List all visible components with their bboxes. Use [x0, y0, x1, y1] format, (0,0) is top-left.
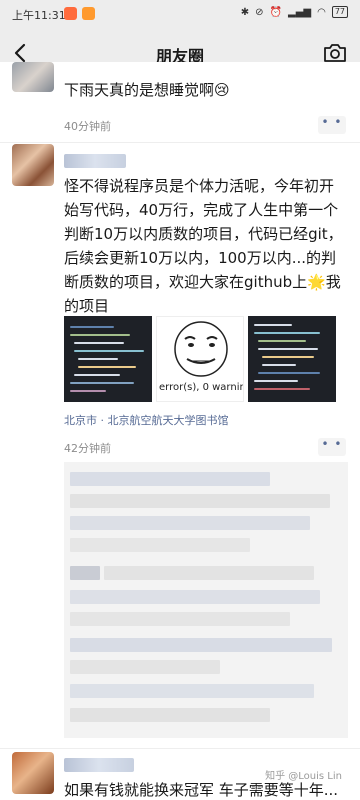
more-button[interactable]: • •	[318, 116, 346, 134]
status-bar: 上午11:31 ✱ ⊘ ⏰ ▂▄▆ ◠ 77	[0, 0, 360, 28]
wifi-icon: ◠	[317, 6, 326, 18]
bluetooth-icon: ✱	[240, 6, 250, 18]
meme-face-icon	[174, 321, 228, 377]
avatar[interactable]	[12, 62, 54, 92]
divider	[0, 748, 360, 749]
username[interactable]	[64, 758, 134, 772]
avatar[interactable]	[12, 752, 54, 794]
app-notification-icon	[82, 7, 95, 20]
watermark: 知乎 @Louis Lin	[265, 771, 342, 782]
more-button[interactable]: • •	[318, 438, 346, 456]
battery-icon: 77	[331, 6, 348, 18]
app-notification-icon	[64, 7, 77, 20]
username[interactable]	[64, 154, 126, 168]
post-image[interactable]	[64, 316, 152, 402]
divider	[0, 142, 360, 143]
post-text: 怪不得说程序员是个体力活呢，今年初开始写代码，40万行，完成了人生中第一个判断1…	[64, 177, 343, 315]
post-time: 40分钟前	[64, 120, 111, 133]
status-time: 上午11:31	[12, 9, 66, 22]
post-image[interactable]: error(s), 0 warning(s	[156, 316, 244, 402]
location-link[interactable]: 北京市 · 北京航空航天大学图书馆	[64, 412, 229, 428]
mute-icon: ⊘	[255, 6, 264, 18]
avatar[interactable]	[12, 144, 54, 186]
meme-caption: error(s), 0 warning(s	[159, 382, 243, 393]
status-indicators: ✱ ⊘ ⏰ ▂▄▆ ◠ 77	[241, 6, 348, 18]
post-text: 下雨天真的是想睡觉啊😢	[64, 81, 230, 99]
alarm-icon: ⏰	[269, 6, 282, 18]
comments-area	[64, 462, 348, 738]
post-image[interactable]	[248, 316, 336, 402]
post-time: 42分钟前	[64, 442, 111, 455]
moments-feed[interactable]: 下雨天真的是想睡觉啊😢 40分钟前 • • 怪不得说程序员是个体力活呢，今年初开…	[0, 62, 360, 800]
signal-icon: ▂▄▆	[288, 6, 312, 18]
